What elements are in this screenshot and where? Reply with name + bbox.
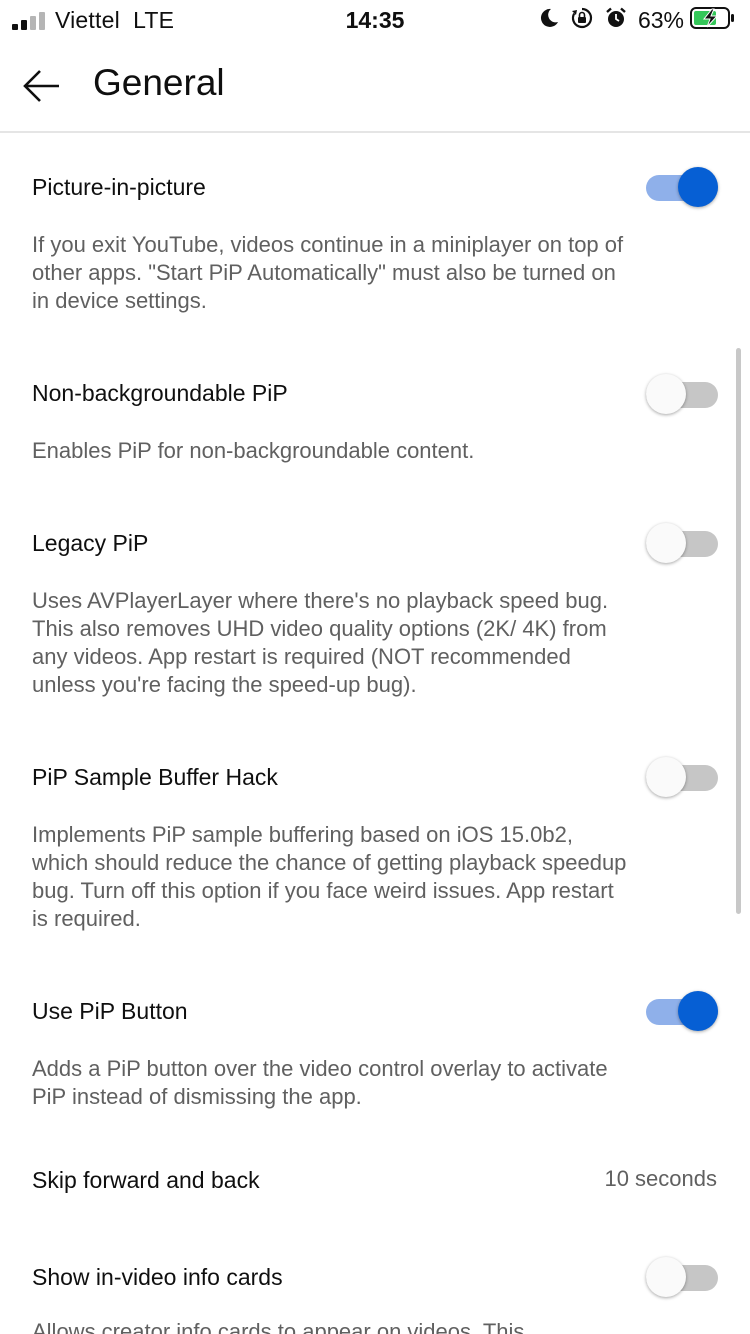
- setting-title: Skip forward and back: [32, 1167, 260, 1193]
- pip-sample-buffer-hack-toggle[interactable]: [646, 756, 718, 800]
- alarm-icon: [604, 6, 628, 35]
- setting-description: Implements PiP sample buffering based on…: [32, 822, 627, 931]
- setting-value: 10 seconds: [604, 1166, 717, 1191]
- scrollbar[interactable]: [736, 348, 741, 914]
- status-bar: Viettel LTE 14:35 63%: [0, 0, 750, 40]
- moon-icon: [538, 7, 560, 34]
- setting-title: PiP Sample Buffer Hack: [32, 764, 278, 790]
- setting-title: Non-backgroundable PiP: [32, 380, 288, 406]
- show-in-video-info-cards-toggle[interactable]: [646, 1256, 718, 1300]
- arrow-left-icon: [23, 70, 59, 102]
- setting-description: If you exit YouTube, videos continue in …: [32, 232, 624, 313]
- status-icons: 63%: [528, 6, 736, 34]
- battery-percent: 63%: [637, 6, 684, 33]
- setting-title: Show in-video info cards: [32, 1264, 283, 1290]
- setting-title: Use PiP Button: [32, 998, 188, 1024]
- picture-in-picture-toggle[interactable]: [646, 166, 718, 210]
- setting-title: Picture-in-picture: [32, 174, 206, 200]
- setting-description: Enables PiP for non-backgroundable conte…: [32, 438, 475, 463]
- app-header: General: [0, 40, 750, 133]
- settings-page: Viettel LTE 14:35 63% General Picture-in…: [0, 0, 750, 1334]
- setting-description: Allows creator info cards to appear on v…: [32, 1319, 525, 1334]
- legacy-pip-toggle[interactable]: [646, 522, 718, 566]
- non-backgroundable-pip-toggle[interactable]: [646, 373, 718, 417]
- use-pip-button-toggle[interactable]: [646, 990, 718, 1034]
- setting-title: Legacy PiP: [32, 530, 149, 556]
- back-button[interactable]: [16, 60, 68, 112]
- page-title: General: [93, 62, 225, 103]
- battery-charging-icon: [690, 6, 736, 35]
- setting-description: Uses AVPlayerLayer where there's no play…: [32, 588, 609, 697]
- setting-description: Adds a PiP button over the video control…: [32, 1056, 608, 1109]
- orientation-lock-icon: [570, 6, 594, 35]
